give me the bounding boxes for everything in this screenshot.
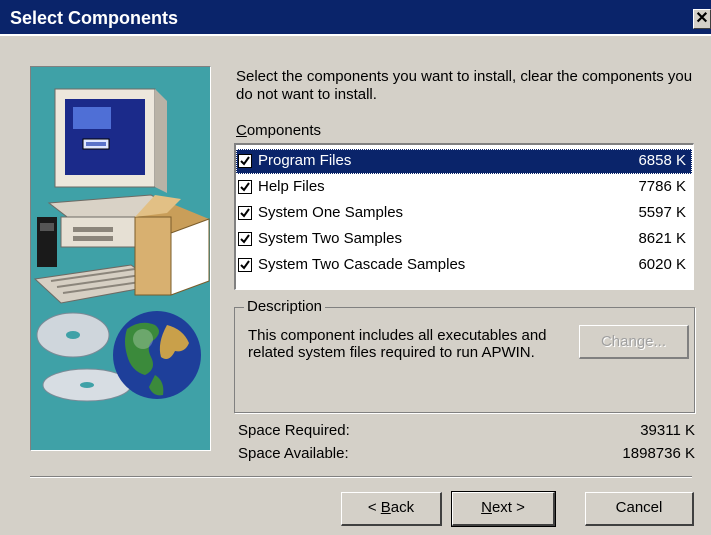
component-name: System One Samples [258, 204, 404, 221]
cancel-button[interactable]: Cancel [585, 492, 694, 526]
space-available-value: 1898736 K [622, 445, 695, 462]
component-name: Help Files [258, 178, 325, 195]
component-row-system-two-samples[interactable]: System Two Samples 8621 K [236, 227, 692, 252]
checkmark-icon [240, 208, 250, 218]
space-required-value: 39311 K [640, 422, 695, 439]
component-size: 8621 K [638, 230, 686, 247]
computer-globe-illustration [33, 88, 210, 402]
checkmark-icon [240, 234, 250, 244]
checkmark-icon [240, 182, 250, 192]
description-text: This component includes all executables … [248, 327, 547, 361]
separator [30, 476, 692, 478]
component-size: 6020 K [638, 256, 686, 273]
components-label-accelerator: C [236, 122, 247, 139]
component-size: 5597 K [638, 204, 686, 221]
component-name: Program Files [258, 152, 352, 169]
instructions-text: Select the components you want to instal… [236, 68, 693, 103]
checkmark-icon [240, 260, 250, 270]
space-available-label: Space Available: [238, 445, 349, 462]
component-name: System Two Samples [258, 230, 402, 247]
window-title: Select Components [10, 8, 179, 28]
component-name: System Two Cascade Samples [258, 256, 466, 273]
components-label-rest: omponents [246, 122, 322, 139]
back-button[interactable]: < Back [341, 492, 442, 526]
component-row-program-files[interactable]: Program Files 6858 K [236, 149, 692, 174]
back-prefix: < [367, 499, 381, 516]
checkbox[interactable] [238, 154, 252, 168]
checkbox[interactable] [238, 258, 252, 272]
next-button[interactable]: Next > [451, 491, 556, 527]
back-rest: ack [390, 499, 415, 516]
checkmark-icon [240, 156, 250, 166]
component-row-system-two-cascade-samples[interactable]: System Two Cascade Samples 6020 K [236, 253, 692, 278]
component-size: 6858 K [638, 152, 686, 169]
checkbox[interactable] [238, 232, 252, 246]
dialog-window: Select Components ✕ Select the component… [0, 0, 711, 535]
component-size: 7786 K [638, 178, 686, 195]
space-required-label: Space Required: [238, 422, 350, 439]
next-rest: ext > [491, 499, 525, 516]
component-row-system-one-samples[interactable]: System One Samples 5597 K [236, 201, 692, 226]
components-label: Components [236, 122, 321, 139]
checkbox[interactable] [238, 180, 252, 194]
back-accelerator: B [380, 499, 391, 516]
component-row-help-files[interactable]: Help Files 7786 K [236, 175, 692, 200]
checkbox[interactable] [238, 206, 252, 220]
close-icon: ✕ [695, 10, 709, 27]
next-accelerator: N [481, 499, 492, 516]
title-bar[interactable]: Select Components ✕ [0, 0, 711, 36]
change-button[interactable]: Change... [579, 325, 689, 359]
close-button[interactable]: ✕ [693, 9, 711, 29]
setup-illustration [30, 66, 211, 451]
description-legend: Description [244, 298, 326, 315]
components-list[interactable]: Program Files 6858 K Help Files 7786 K S… [234, 143, 694, 290]
